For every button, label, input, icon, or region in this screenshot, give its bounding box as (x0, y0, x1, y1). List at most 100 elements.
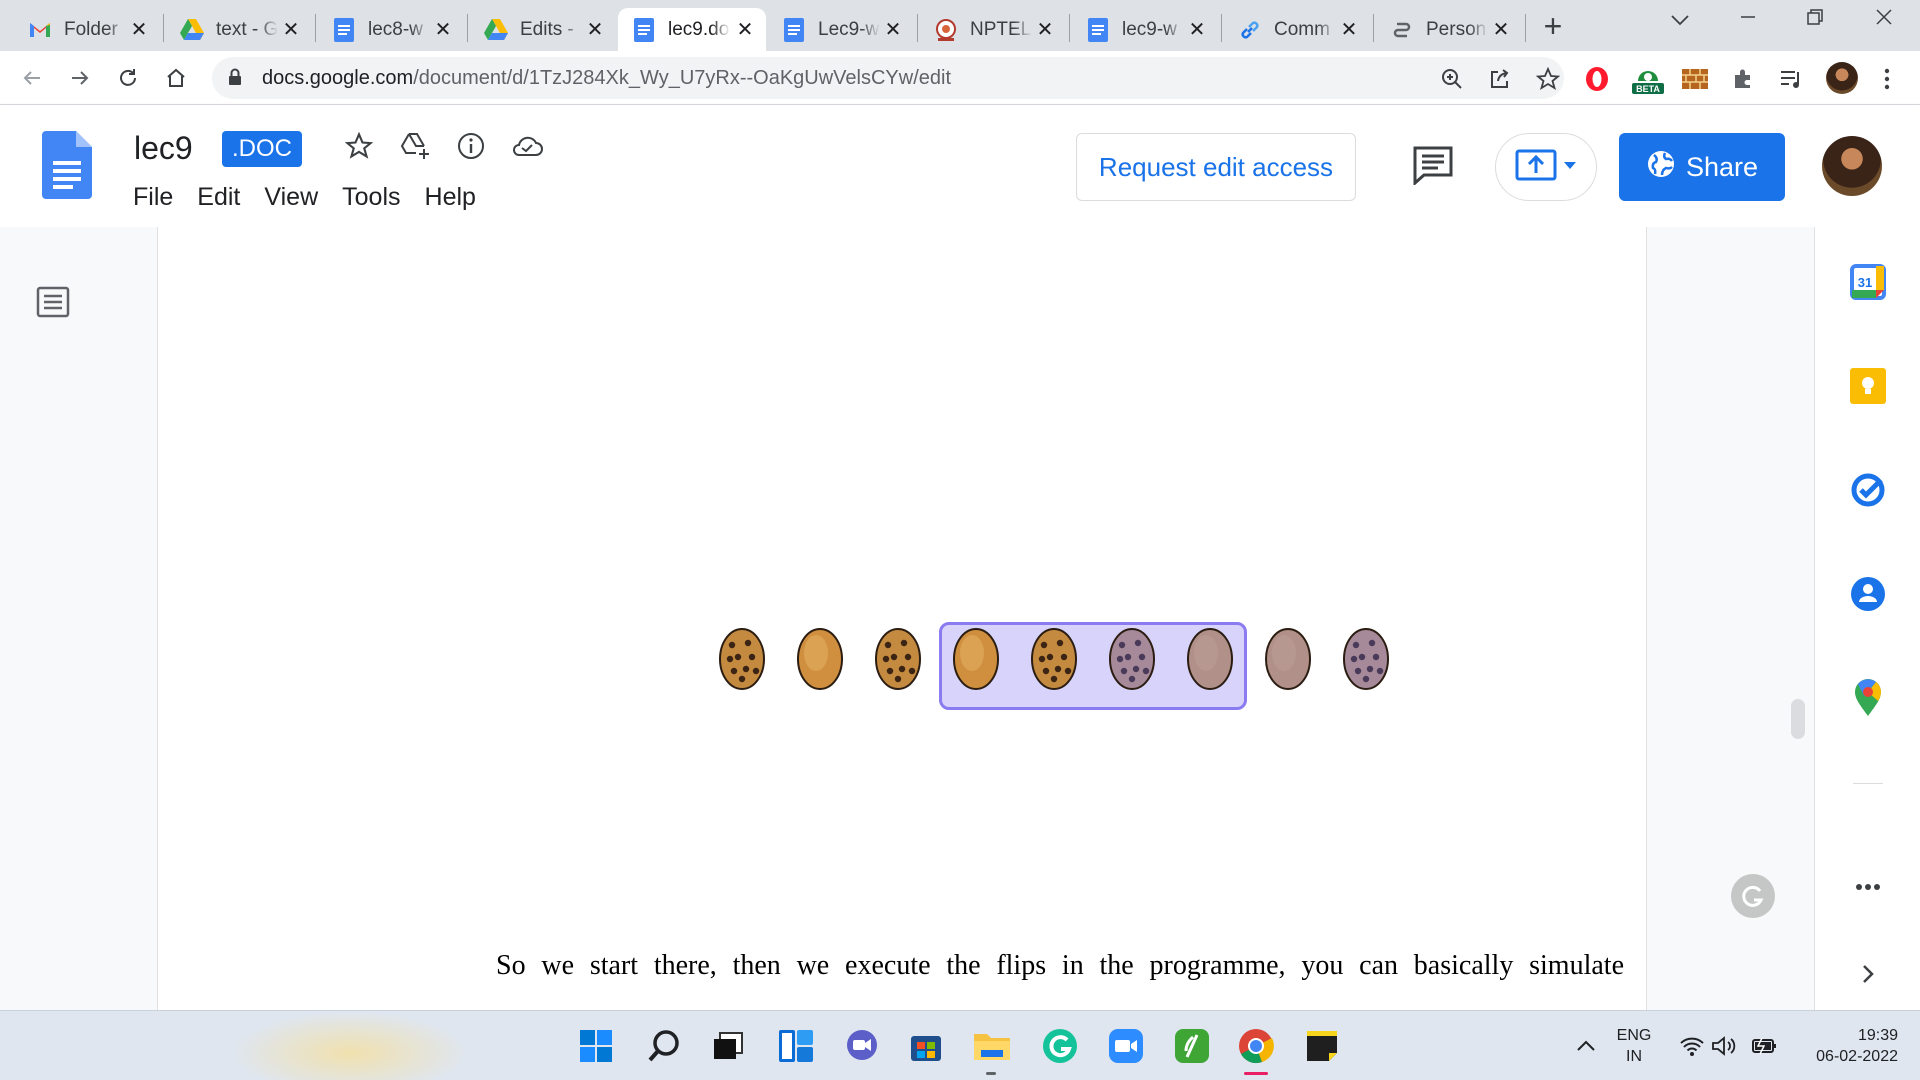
new-tab-button[interactable]: + (1535, 8, 1571, 44)
evernote-icon[interactable] (1172, 1026, 1212, 1066)
sticky-notes-icon[interactable] (1302, 1026, 1342, 1066)
document-paragraph[interactable]: So we start there, then we execute the f… (496, 942, 1624, 990)
address-bar[interactable]: docs.google.com/document/d/1TzJ284Xk_Wy_… (212, 57, 1564, 99)
profile-avatar[interactable] (1826, 62, 1858, 94)
region-code: IN (1626, 1048, 1642, 1065)
browser-tab-folder[interactable]: Folder ✕ (14, 8, 160, 51)
close-icon[interactable]: ✕ (882, 17, 904, 42)
url-path: /document/d/1TzJ284Xk_Wy_U7yRx--OaKgUwVe… (413, 67, 952, 89)
tasks-icon[interactable] (1849, 471, 1887, 509)
add-to-drive-icon[interactable] (398, 129, 432, 163)
close-icon[interactable]: ✕ (1490, 17, 1512, 42)
language-indicator[interactable]: ENG IN (1612, 1025, 1656, 1067)
start-icon[interactable] (576, 1026, 616, 1066)
chocolate-chip-cookie (719, 628, 765, 690)
browser-tab-nptel[interactable]: NPTEL ✕ (920, 8, 1066, 51)
menu-help[interactable]: Help (425, 183, 476, 212)
home-icon[interactable] (158, 60, 194, 96)
tab-separator (315, 14, 316, 42)
document-outline-icon[interactable] (36, 286, 70, 323)
zoom-icon[interactable] (1440, 67, 1464, 91)
tab-separator (1221, 14, 1222, 42)
share-page-icon[interactable] (1488, 67, 1512, 91)
browser-menu-icon[interactable] (1872, 64, 1902, 94)
maps-icon[interactable] (1849, 679, 1887, 717)
share-button[interactable]: Share (1619, 133, 1785, 201)
cloud-saved-icon[interactable] (510, 129, 544, 163)
info-icon[interactable] (454, 129, 488, 163)
tab-separator (467, 14, 468, 42)
browser-tab-text[interactable]: text - G ✕ (166, 8, 312, 51)
menu-edit[interactable]: Edit (197, 183, 240, 212)
restore-icon[interactable] (1795, 6, 1835, 32)
beta-extension-icon[interactable]: BETA (1630, 64, 1666, 94)
teams-chat-icon[interactable] (842, 1026, 882, 1066)
more-icon[interactable] (1849, 868, 1887, 906)
battery-icon[interactable] (1744, 1026, 1784, 1066)
grammarly-taskbar-icon[interactable] (1040, 1026, 1080, 1066)
opera-extension-icon[interactable] (1582, 64, 1612, 94)
store-icon[interactable] (906, 1026, 946, 1066)
tab-separator (1069, 14, 1070, 42)
grammarly-icon[interactable] (1731, 874, 1775, 918)
clock[interactable]: 19:39 06-02-2022 (1788, 1025, 1898, 1067)
window-close-icon[interactable] (1864, 6, 1904, 32)
keep-icon[interactable] (1849, 367, 1887, 405)
volume-icon[interactable] (1704, 1026, 1744, 1066)
tab-strip: Folder ✕ text - G ✕ lec8-w ✕ Edits - ✕ l… (0, 0, 1920, 51)
browser-tab-person[interactable]: Person ✕ (1376, 8, 1522, 51)
file-explorer-icon[interactable] (972, 1026, 1012, 1066)
tab-title: lec8-w (368, 18, 423, 40)
docs-logo-icon[interactable] (42, 131, 92, 204)
forward-icon[interactable] (62, 60, 98, 96)
zoom-icon[interactable] (1106, 1026, 1146, 1066)
comments-icon[interactable] (1412, 145, 1454, 190)
close-icon[interactable]: ✕ (734, 17, 756, 42)
lock-icon[interactable] (228, 68, 242, 91)
menu-tools[interactable]: Tools (342, 183, 400, 212)
bookmark-star-icon[interactable] (1535, 66, 1561, 91)
account-avatar[interactable] (1822, 136, 1882, 196)
tab-title: Lec9-w (818, 18, 880, 40)
calendar-icon[interactable]: 31 (1849, 263, 1887, 301)
extensions-puzzle-icon[interactable] (1728, 64, 1758, 94)
media-queue-icon[interactable] (1776, 64, 1806, 94)
document-page[interactable]: So we start there, then we execute the f… (157, 227, 1647, 1010)
widgets-icon[interactable] (776, 1026, 816, 1066)
request-edit-access-button[interactable]: Request edit access (1076, 133, 1356, 201)
close-icon[interactable]: ✕ (1186, 17, 1208, 42)
expand-icon[interactable] (1849, 955, 1887, 993)
browser-tab-edits[interactable]: Edits - ✕ (470, 8, 616, 51)
chrome-icon[interactable] (1236, 1026, 1276, 1066)
url-text[interactable]: docs.google.com/document/d/1TzJ284Xk_Wy_… (262, 67, 951, 90)
menu-file[interactable]: File (133, 183, 173, 212)
chevron-up-icon[interactable] (1566, 1026, 1606, 1066)
star-icon[interactable] (342, 129, 376, 163)
browser-tab-lec9-w[interactable]: Lec9-w ✕ (768, 8, 914, 51)
side-panel-divider (1853, 783, 1883, 784)
close-icon[interactable]: ✕ (432, 17, 454, 42)
minimize-icon[interactable] (1728, 6, 1768, 32)
browser-tab-comm[interactable]: Comm ✕ (1224, 8, 1370, 51)
close-icon[interactable]: ✕ (280, 17, 302, 42)
browser-tab-lec8[interactable]: lec8-w ✕ (318, 8, 464, 51)
back-icon[interactable] (14, 60, 50, 96)
close-icon[interactable]: ✕ (584, 17, 606, 42)
tab-search-icon[interactable] (1660, 6, 1700, 32)
contacts-icon[interactable] (1849, 575, 1887, 613)
close-icon[interactable]: ✕ (1034, 17, 1056, 42)
brick-extension-icon[interactable] (1680, 64, 1710, 94)
document-title[interactable]: lec9 (134, 130, 193, 167)
vertical-scrollbar-thumb[interactable] (1791, 699, 1805, 739)
cookie-sequence-image[interactable] (558, 615, 1418, 715)
close-icon[interactable]: ✕ (128, 17, 150, 42)
browser-tab-lec9-w-2[interactable]: lec9-w ✕ (1072, 8, 1218, 51)
browser-tab-lec9-active[interactable]: lec9.do ✕ (618, 8, 766, 51)
chocolate-chip-cookie (1109, 628, 1155, 690)
search-icon[interactable] (644, 1026, 684, 1066)
reload-icon[interactable] (110, 60, 146, 96)
task-view-icon[interactable] (708, 1026, 748, 1066)
present-button[interactable] (1495, 133, 1597, 201)
menu-view[interactable]: View (264, 183, 318, 212)
close-icon[interactable]: ✕ (1338, 17, 1360, 42)
